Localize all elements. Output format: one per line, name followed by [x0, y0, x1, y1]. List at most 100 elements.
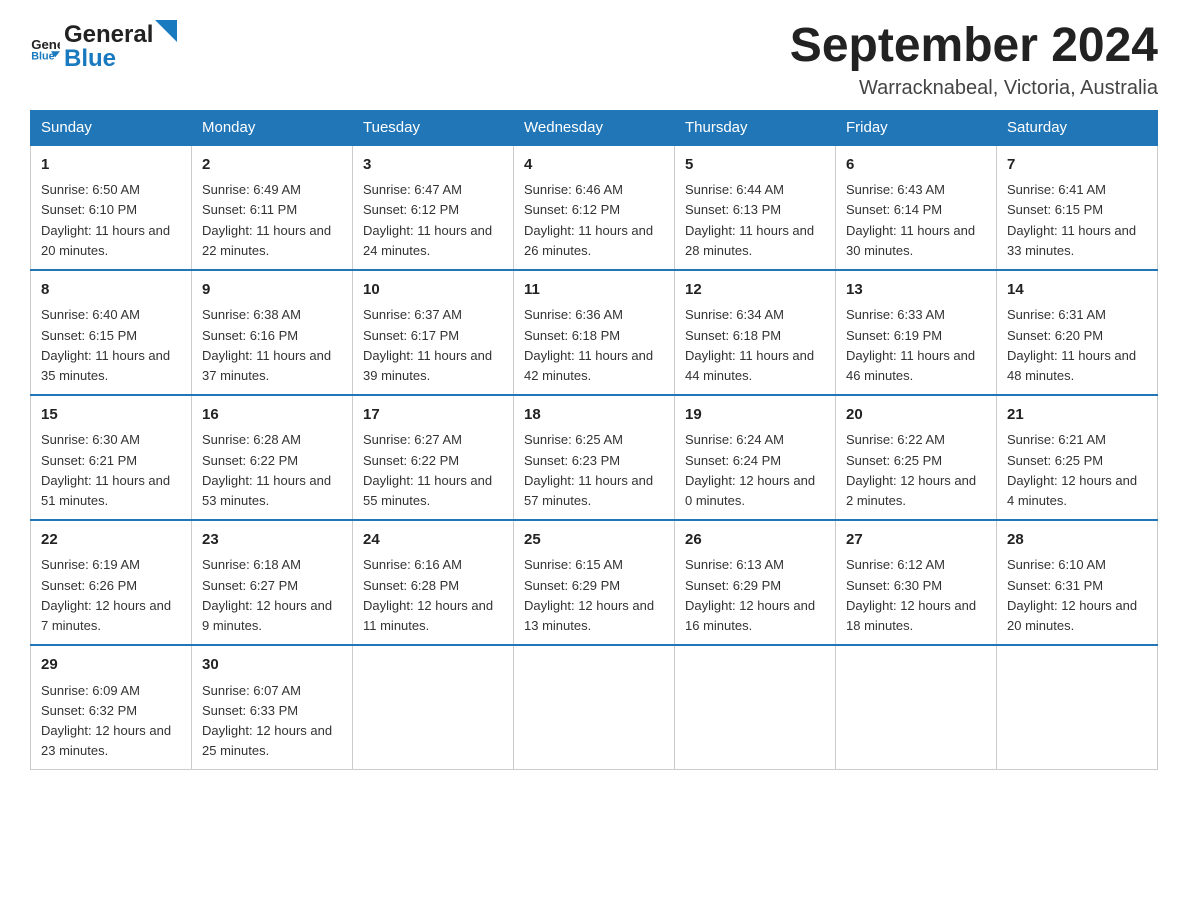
day-info: Sunrise: 6:24 AMSunset: 6:24 PMDaylight:… — [685, 430, 825, 511]
calendar-header-wednesday: Wednesday — [514, 110, 675, 145]
day-number: 21 — [1007, 404, 1147, 427]
logo-blue: Blue — [64, 45, 177, 73]
location-subtitle: Warracknabeal, Victoria, Australia — [790, 77, 1158, 100]
day-info: Sunrise: 6:31 AMSunset: 6:20 PMDaylight:… — [1007, 305, 1147, 386]
calendar-header-row: SundayMondayTuesdayWednesdayThursdayFrid… — [31, 110, 1158, 145]
day-info: Sunrise: 6:33 AMSunset: 6:19 PMDaylight:… — [846, 305, 986, 386]
calendar-cell: 10 Sunrise: 6:37 AMSunset: 6:17 PMDaylig… — [353, 270, 514, 395]
calendar-table: SundayMondayTuesdayWednesdayThursdayFrid… — [30, 110, 1158, 770]
calendar-cell: 12 Sunrise: 6:34 AMSunset: 6:18 PMDaylig… — [675, 270, 836, 395]
calendar-cell: 1 Sunrise: 6:50 AMSunset: 6:10 PMDayligh… — [31, 145, 192, 270]
calendar-cell: 7 Sunrise: 6:41 AMSunset: 6:15 PMDayligh… — [997, 145, 1158, 270]
day-number: 6 — [846, 154, 986, 177]
day-info: Sunrise: 6:28 AMSunset: 6:22 PMDaylight:… — [202, 430, 342, 511]
calendar-cell: 27 Sunrise: 6:12 AMSunset: 6:30 PMDaylig… — [836, 520, 997, 645]
page-header: General Blue General Blue September 2024… — [30, 20, 1158, 100]
calendar-week-row: 29 Sunrise: 6:09 AMSunset: 6:32 PMDaylig… — [31, 645, 1158, 770]
calendar-cell: 5 Sunrise: 6:44 AMSunset: 6:13 PMDayligh… — [675, 145, 836, 270]
day-info: Sunrise: 6:27 AMSunset: 6:22 PMDaylight:… — [363, 430, 503, 511]
calendar-cell: 9 Sunrise: 6:38 AMSunset: 6:16 PMDayligh… — [192, 270, 353, 395]
calendar-header-thursday: Thursday — [675, 110, 836, 145]
logo: General Blue General Blue — [30, 20, 177, 73]
day-info: Sunrise: 6:43 AMSunset: 6:14 PMDaylight:… — [846, 180, 986, 261]
day-number: 23 — [202, 529, 342, 552]
calendar-cell: 13 Sunrise: 6:33 AMSunset: 6:19 PMDaylig… — [836, 270, 997, 395]
day-number: 25 — [524, 529, 664, 552]
day-info: Sunrise: 6:22 AMSunset: 6:25 PMDaylight:… — [846, 430, 986, 511]
day-info: Sunrise: 6:18 AMSunset: 6:27 PMDaylight:… — [202, 555, 342, 636]
calendar-header-tuesday: Tuesday — [353, 110, 514, 145]
day-number: 3 — [363, 154, 503, 177]
calendar-cell — [675, 645, 836, 770]
calendar-cell: 15 Sunrise: 6:30 AMSunset: 6:21 PMDaylig… — [31, 395, 192, 520]
day-number: 27 — [846, 529, 986, 552]
day-info: Sunrise: 6:50 AMSunset: 6:10 PMDaylight:… — [41, 180, 181, 261]
day-number: 11 — [524, 279, 664, 302]
calendar-week-row: 15 Sunrise: 6:30 AMSunset: 6:21 PMDaylig… — [31, 395, 1158, 520]
calendar-week-row: 1 Sunrise: 6:50 AMSunset: 6:10 PMDayligh… — [31, 145, 1158, 270]
day-info: Sunrise: 6:49 AMSunset: 6:11 PMDaylight:… — [202, 180, 342, 261]
calendar-cell: 25 Sunrise: 6:15 AMSunset: 6:29 PMDaylig… — [514, 520, 675, 645]
calendar-cell: 16 Sunrise: 6:28 AMSunset: 6:22 PMDaylig… — [192, 395, 353, 520]
day-info: Sunrise: 6:37 AMSunset: 6:17 PMDaylight:… — [363, 305, 503, 386]
calendar-week-row: 8 Sunrise: 6:40 AMSunset: 6:15 PMDayligh… — [31, 270, 1158, 395]
day-info: Sunrise: 6:21 AMSunset: 6:25 PMDaylight:… — [1007, 430, 1147, 511]
calendar-cell: 26 Sunrise: 6:13 AMSunset: 6:29 PMDaylig… — [675, 520, 836, 645]
day-number: 24 — [363, 529, 503, 552]
calendar-cell: 8 Sunrise: 6:40 AMSunset: 6:15 PMDayligh… — [31, 270, 192, 395]
day-info: Sunrise: 6:25 AMSunset: 6:23 PMDaylight:… — [524, 430, 664, 511]
day-info: Sunrise: 6:38 AMSunset: 6:16 PMDaylight:… — [202, 305, 342, 386]
calendar-cell: 14 Sunrise: 6:31 AMSunset: 6:20 PMDaylig… — [997, 270, 1158, 395]
day-number: 26 — [685, 529, 825, 552]
calendar-cell: 17 Sunrise: 6:27 AMSunset: 6:22 PMDaylig… — [353, 395, 514, 520]
day-info: Sunrise: 6:19 AMSunset: 6:26 PMDaylight:… — [41, 555, 181, 636]
calendar-cell: 28 Sunrise: 6:10 AMSunset: 6:31 PMDaylig… — [997, 520, 1158, 645]
calendar-cell: 21 Sunrise: 6:21 AMSunset: 6:25 PMDaylig… — [997, 395, 1158, 520]
calendar-cell — [997, 645, 1158, 770]
month-title: September 2024 — [790, 20, 1158, 73]
day-info: Sunrise: 6:41 AMSunset: 6:15 PMDaylight:… — [1007, 180, 1147, 261]
day-info: Sunrise: 6:47 AMSunset: 6:12 PMDaylight:… — [363, 180, 503, 261]
calendar-header-friday: Friday — [836, 110, 997, 145]
calendar-cell: 11 Sunrise: 6:36 AMSunset: 6:18 PMDaylig… — [514, 270, 675, 395]
day-number: 19 — [685, 404, 825, 427]
day-number: 28 — [1007, 529, 1147, 552]
day-number: 15 — [41, 404, 181, 427]
day-number: 9 — [202, 279, 342, 302]
day-info: Sunrise: 6:34 AMSunset: 6:18 PMDaylight:… — [685, 305, 825, 386]
calendar-header-monday: Monday — [192, 110, 353, 145]
calendar-cell: 2 Sunrise: 6:49 AMSunset: 6:11 PMDayligh… — [192, 145, 353, 270]
calendar-cell: 3 Sunrise: 6:47 AMSunset: 6:12 PMDayligh… — [353, 145, 514, 270]
day-number: 1 — [41, 154, 181, 177]
logo-triangle-icon — [155, 20, 177, 42]
svg-text:Blue: Blue — [31, 50, 54, 61]
day-info: Sunrise: 6:12 AMSunset: 6:30 PMDaylight:… — [846, 555, 986, 636]
day-number: 22 — [41, 529, 181, 552]
day-number: 16 — [202, 404, 342, 427]
day-number: 5 — [685, 154, 825, 177]
calendar-header-saturday: Saturday — [997, 110, 1158, 145]
day-number: 14 — [1007, 279, 1147, 302]
day-info: Sunrise: 6:40 AMSunset: 6:15 PMDaylight:… — [41, 305, 181, 386]
calendar-cell: 29 Sunrise: 6:09 AMSunset: 6:32 PMDaylig… — [31, 645, 192, 770]
day-info: Sunrise: 6:09 AMSunset: 6:32 PMDaylight:… — [41, 681, 181, 762]
day-info: Sunrise: 6:16 AMSunset: 6:28 PMDaylight:… — [363, 555, 503, 636]
day-number: 8 — [41, 279, 181, 302]
day-number: 10 — [363, 279, 503, 302]
calendar-cell: 22 Sunrise: 6:19 AMSunset: 6:26 PMDaylig… — [31, 520, 192, 645]
day-info: Sunrise: 6:30 AMSunset: 6:21 PMDaylight:… — [41, 430, 181, 511]
calendar-cell — [514, 645, 675, 770]
day-number: 2 — [202, 154, 342, 177]
day-number: 4 — [524, 154, 664, 177]
day-number: 20 — [846, 404, 986, 427]
day-info: Sunrise: 6:36 AMSunset: 6:18 PMDaylight:… — [524, 305, 664, 386]
logo-icon: General Blue — [30, 32, 60, 62]
day-number: 7 — [1007, 154, 1147, 177]
svg-text:General: General — [31, 36, 60, 51]
calendar-cell: 23 Sunrise: 6:18 AMSunset: 6:27 PMDaylig… — [192, 520, 353, 645]
calendar-week-row: 22 Sunrise: 6:19 AMSunset: 6:26 PMDaylig… — [31, 520, 1158, 645]
day-info: Sunrise: 6:13 AMSunset: 6:29 PMDaylight:… — [685, 555, 825, 636]
calendar-cell: 20 Sunrise: 6:22 AMSunset: 6:25 PMDaylig… — [836, 395, 997, 520]
day-info: Sunrise: 6:44 AMSunset: 6:13 PMDaylight:… — [685, 180, 825, 261]
day-number: 12 — [685, 279, 825, 302]
